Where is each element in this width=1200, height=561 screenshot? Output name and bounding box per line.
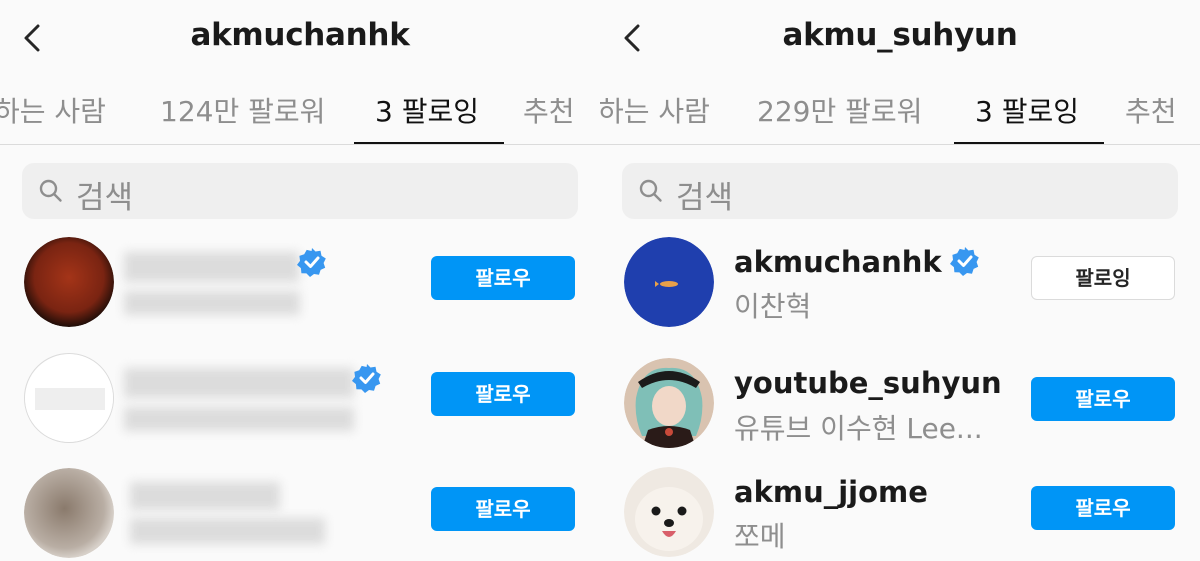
verified-badge-icon bbox=[297, 247, 327, 277]
user-fullname: 이찬혁 bbox=[734, 290, 812, 323]
active-tab-indicator bbox=[954, 142, 1104, 144]
search-input[interactable]: 검색 bbox=[22, 163, 578, 219]
avatar bbox=[24, 353, 114, 443]
user-handle: akmuchanhk bbox=[734, 245, 980, 279]
user-fullname: 쪼메 bbox=[734, 520, 786, 553]
blurred-username bbox=[130, 482, 280, 510]
avatar bbox=[624, 237, 714, 327]
blurred-fullname bbox=[124, 291, 300, 315]
header: akmu_suhyun bbox=[600, 0, 1200, 72]
list-item[interactable]: 팔로우 bbox=[0, 343, 600, 453]
left-following-screen: akmuchanhk 하는 사람 124만 팔로워 3 팔로잉 추천 검색 팔로… bbox=[0, 0, 600, 561]
tab-bar: 하는 사람 229만 팔로워 3 팔로잉 추천 bbox=[600, 72, 1200, 145]
list-item[interactable]: 팔로우 bbox=[0, 227, 600, 337]
tab-bar: 하는 사람 124만 팔로워 3 팔로잉 추천 bbox=[0, 72, 600, 145]
tab-suggested[interactable]: 추천 bbox=[523, 90, 575, 130]
list-item[interactable]: youtube_suhyun 유튜브 이수현 Lee... 팔로우 bbox=[600, 348, 1200, 458]
follow-button[interactable]: 팔로우 bbox=[431, 487, 575, 531]
blurred-fullname bbox=[124, 407, 354, 431]
search-icon bbox=[639, 179, 662, 202]
tab-followers[interactable]: 229만 팔로워 bbox=[757, 90, 922, 130]
tab-followers-partial[interactable]: 하는 사람 bbox=[0, 90, 106, 130]
avatar bbox=[24, 237, 114, 327]
user-fullname: 유튜브 이수현 Lee... bbox=[734, 412, 983, 445]
tab-followers-partial[interactable]: 하는 사람 bbox=[600, 90, 710, 130]
avatar bbox=[24, 468, 114, 558]
header: akmuchanhk bbox=[0, 0, 600, 72]
search-icon bbox=[39, 179, 62, 202]
tab-following[interactable]: 3 팔로잉 bbox=[375, 90, 479, 130]
tab-suggested[interactable]: 추천 bbox=[1125, 90, 1177, 130]
search-placeholder: 검색 bbox=[76, 180, 134, 216]
list-item[interactable]: akmu_jjome 쪼메 팔로우 bbox=[600, 457, 1200, 561]
profile-username-title: akmuchanhk bbox=[190, 17, 410, 53]
blurred-username bbox=[124, 252, 299, 282]
list-item[interactable]: 팔로우 bbox=[0, 458, 600, 561]
tab-followers[interactable]: 124만 팔로워 bbox=[160, 90, 325, 130]
profile-username-title: akmu_suhyun bbox=[782, 17, 1018, 53]
search-input[interactable]: 검색 bbox=[622, 163, 1178, 219]
follow-button[interactable]: 팔로우 bbox=[431, 256, 575, 300]
search-placeholder: 검색 bbox=[676, 180, 734, 216]
list-item[interactable]: akmuchanhk 이찬혁 팔로잉 bbox=[600, 227, 1200, 337]
follow-button[interactable]: 팔로우 bbox=[431, 372, 575, 416]
blurred-fullname bbox=[130, 518, 325, 544]
following-button[interactable]: 팔로잉 bbox=[1031, 256, 1175, 300]
avatar bbox=[624, 358, 714, 448]
active-tab-indicator bbox=[354, 142, 504, 144]
follow-button[interactable]: 팔로우 bbox=[1031, 377, 1175, 421]
tab-following[interactable]: 3 팔로잉 bbox=[975, 90, 1079, 130]
verified-badge-icon bbox=[949, 246, 980, 276]
blurred-username bbox=[124, 368, 354, 398]
user-handle: youtube_suhyun bbox=[734, 366, 1002, 400]
verified-badge-icon bbox=[352, 363, 382, 393]
avatar bbox=[624, 467, 714, 557]
right-following-screen: akmu_suhyun 하는 사람 229만 팔로워 3 팔로잉 추천 검색 a… bbox=[600, 0, 1200, 561]
follow-button[interactable]: 팔로우 bbox=[1031, 486, 1175, 530]
user-handle: akmu_jjome bbox=[734, 475, 928, 509]
